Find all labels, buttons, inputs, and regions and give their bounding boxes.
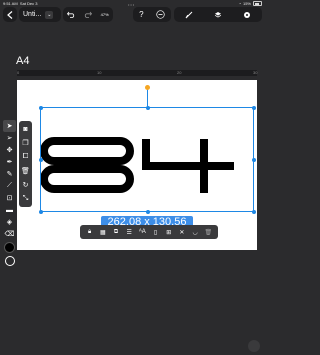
- direct-select-icon[interactable]: ➢: [3, 132, 16, 144]
- handle-top[interactable]: [145, 105, 150, 110]
- handle-top-left[interactable]: [38, 105, 43, 110]
- stroke-color-swatch[interactable]: [3, 254, 16, 268]
- canvas-label: A4: [16, 55, 30, 67]
- brush-icon: [185, 11, 193, 18]
- undo-button[interactable]: [67, 11, 75, 18]
- wifi-icon: ◔: [238, 1, 241, 6]
- duplicate-icon[interactable]: ⧠: [19, 150, 32, 164]
- ruler-tick: 20: [177, 70, 182, 75]
- fill-icon[interactable]: ◈: [3, 216, 16, 228]
- pencil-icon[interactable]: ✎: [3, 168, 16, 180]
- quick-action-button[interactable]: [248, 340, 260, 352]
- gear-icon: [244, 11, 251, 18]
- arrange-icon[interactable]: ⊞: [164, 229, 173, 236]
- flip-icon[interactable]: ✕: [177, 229, 186, 236]
- lock-icon[interactable]: 🔒︎: [85, 229, 94, 236]
- battery-indicator: ◔ 15%: [239, 1, 262, 6]
- select-icon[interactable]: ➤: [3, 120, 16, 132]
- settings-button[interactable]: [243, 11, 251, 19]
- handle-bottom-left[interactable]: [38, 209, 43, 214]
- context-toolbar: 🔒︎ ▦ ⧉ ☰ ᴬA ▯ ⊞ ✕ ◡ 🗑︎: [80, 225, 218, 239]
- ruler-tick: 0: [17, 70, 20, 75]
- handle-bottom[interactable]: [145, 209, 150, 214]
- trash-icon[interactable]: 🗑︎: [19, 164, 32, 178]
- handle-bottom-right[interactable]: [251, 209, 256, 214]
- align-icon[interactable]: ☰: [125, 229, 134, 236]
- mask-icon[interactable]: ◡: [191, 229, 200, 236]
- undo-icon: [67, 11, 75, 18]
- node-icon[interactable]: ✥: [3, 144, 16, 156]
- camera-icon[interactable]: ◙: [19, 122, 32, 136]
- rectangle-icon[interactable]: ▬: [3, 204, 16, 216]
- rotation-handle[interactable]: [145, 85, 150, 90]
- trash-icon[interactable]: 🗑︎: [204, 229, 213, 236]
- eraser-icon[interactable]: ⌫: [3, 228, 16, 240]
- redo-icon: [84, 11, 92, 18]
- history-group: 47%: [63, 7, 113, 22]
- brush-icon[interactable]: ⟋: [3, 180, 16, 192]
- chevron-down-icon[interactable]: ⌄: [45, 10, 54, 19]
- text-icon[interactable]: ᴬA: [138, 229, 147, 235]
- handle-left[interactable]: [38, 158, 43, 162]
- ruler-tick: 30: [253, 70, 258, 75]
- back-button[interactable]: [3, 7, 17, 22]
- page-icon[interactable]: ▯: [151, 229, 160, 236]
- fill-color-swatch[interactable]: [3, 240, 16, 254]
- tool-column: ➤ ➢ ✥ ✒ ✎ ⟋ ⊡ ▬ ◈ ⌫: [3, 120, 16, 268]
- more-button[interactable]: [156, 10, 165, 19]
- layers-icon: [214, 11, 222, 18]
- ruler-tick: 10: [97, 70, 102, 75]
- handle-top-right[interactable]: [251, 105, 256, 110]
- layers-button[interactable]: [214, 11, 222, 19]
- sub-tool-panel: ◙ ❐ ⧠ 🗑︎ ↻ ⤡: [19, 121, 32, 207]
- help-button[interactable]: ?: [139, 10, 143, 19]
- more-icon: [156, 10, 165, 19]
- handle-right[interactable]: [251, 158, 256, 162]
- help-group: ?: [133, 7, 171, 22]
- horizontal-ruler[interactable]: 0 10 20 30: [17, 70, 257, 76]
- selection-box[interactable]: [38, 105, 256, 214]
- multitask-dots[interactable]: •••: [128, 2, 135, 7]
- pen-icon[interactable]: ✒: [3, 156, 16, 168]
- image-icon[interactable]: ⊡: [3, 192, 16, 204]
- redo-button[interactable]: [84, 11, 92, 18]
- rotation-line: [147, 89, 148, 107]
- status-time: 9:51 AM Sat Dec 3: [3, 1, 38, 6]
- transform-icon[interactable]: ⤡: [19, 192, 32, 206]
- document-title-button[interactable]: Unti... ⌄: [19, 7, 61, 22]
- chevron-left-icon: [7, 10, 13, 19]
- checker-icon[interactable]: ▦: [98, 229, 107, 236]
- battery-icon: [253, 1, 262, 6]
- group-icon[interactable]: ⧉: [111, 229, 120, 236]
- refresh-icon[interactable]: ↻: [19, 178, 32, 192]
- style-button[interactable]: [185, 11, 193, 19]
- copy-icon[interactable]: ❐: [19, 136, 32, 150]
- zoom-level: 47%: [100, 12, 109, 17]
- zoom-button[interactable]: 47%: [101, 12, 109, 17]
- panel-group: [174, 7, 262, 22]
- document-title: Unti...: [23, 11, 42, 18]
